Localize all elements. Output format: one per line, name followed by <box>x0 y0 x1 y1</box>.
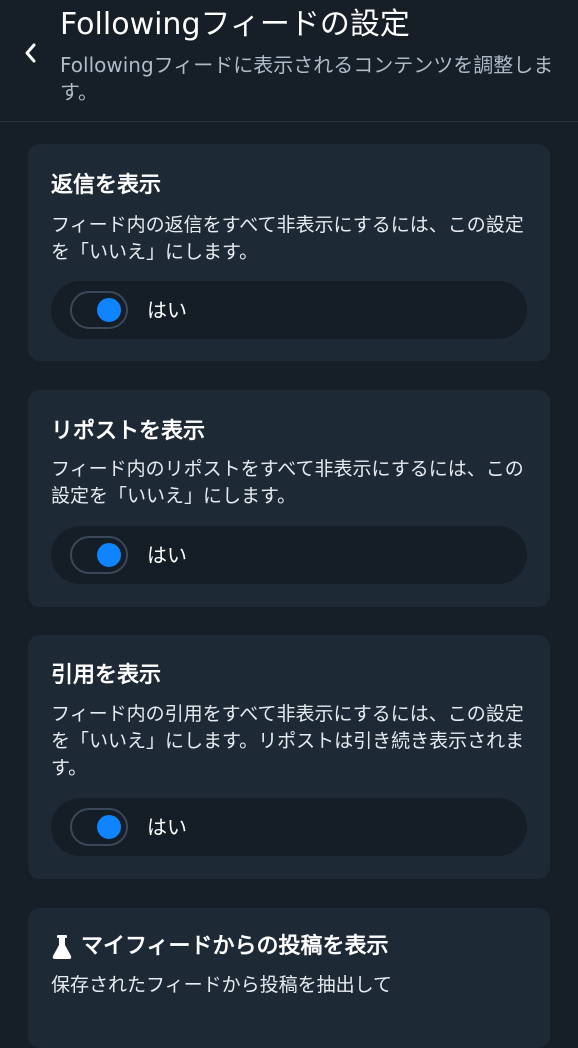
card-description: フィード内のリポストをすべて非表示にするには、この設定を「いいえ」にします。 <box>51 458 524 507</box>
show-reposts-card: リポストを表示 フィード内のリポストをすべて非表示にするには、この設定を「いいえ… <box>28 390 550 607</box>
show-my-feeds-card: マイフィードからの投稿を表示 保存されたフィードから投稿を抽出して <box>28 908 550 1048</box>
card-title-row: マイフィードからの投稿を表示 <box>51 932 389 962</box>
page-subtitle: Followingフィードに表示されるコンテンツを調整します。 <box>60 53 554 104</box>
chevron-left-icon <box>25 43 36 63</box>
page-title: Followingフィードの設定 <box>60 7 410 42</box>
card-description: 保存されたフィードから投稿を抽出して <box>51 974 393 996</box>
show-quotes-card: 引用を表示 フィード内の引用をすべて非表示にするには、この設定を「いいえ」にしま… <box>28 635 550 879</box>
show-replies-card: 返信を表示 フィード内の返信をすべて非表示にするには、この設定を「いいえ」にしま… <box>28 144 550 361</box>
show-reposts-toggle[interactable]: はい <box>51 526 527 584</box>
toggle-label: はい <box>147 543 187 567</box>
toggle-label: はい <box>147 815 187 839</box>
show-replies-toggle[interactable]: はい <box>51 281 527 339</box>
toggle-label: はい <box>147 298 187 322</box>
back-button[interactable] <box>14 36 48 70</box>
header: Followingフィードの設定 Followingフィードに表示されるコンテン… <box>0 0 578 122</box>
card-title: マイフィードからの投稿を表示 <box>81 934 389 959</box>
card-title: 返信を表示 <box>51 173 162 198</box>
show-quotes-toggle[interactable]: はい <box>51 798 527 856</box>
toggle-switch[interactable] <box>70 808 128 846</box>
card-title: リポストを表示 <box>51 419 206 444</box>
toggle-knob <box>97 815 121 839</box>
card-description: フィード内の引用をすべて非表示にするには、この設定を「いいえ」にします。リポスト… <box>51 703 525 779</box>
flask-icon <box>52 935 72 959</box>
toggle-switch[interactable] <box>70 291 128 329</box>
toggle-knob <box>97 543 121 567</box>
toggle-knob <box>97 298 121 322</box>
card-description: フィード内の返信をすべて非表示にするには、この設定を「いいえ」にします。 <box>51 214 524 263</box>
toggle-switch[interactable] <box>70 536 128 574</box>
card-title: 引用を表示 <box>51 663 162 688</box>
